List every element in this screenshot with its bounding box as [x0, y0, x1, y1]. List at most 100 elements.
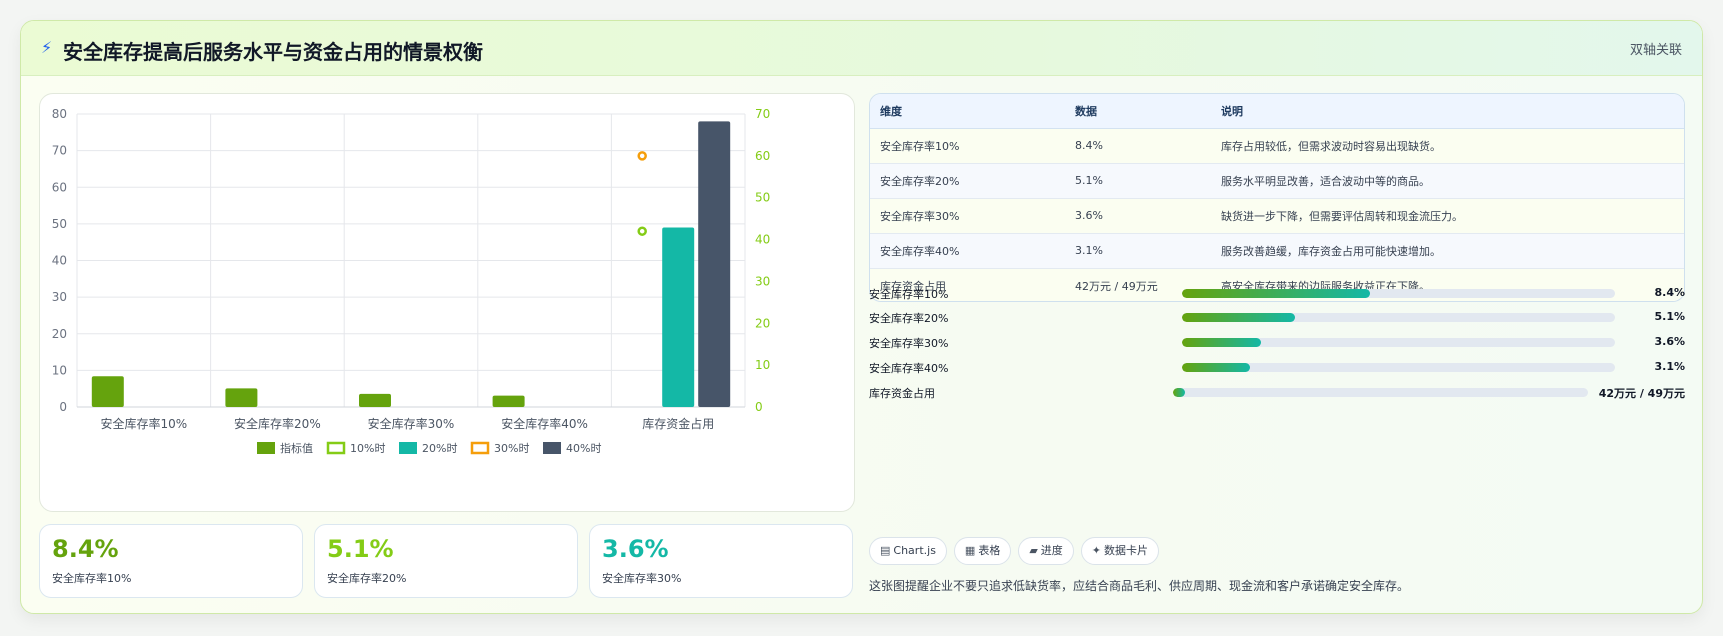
x-tick-label: 安全库存率30% — [368, 416, 455, 431]
table-cell: 缺货进一步下降，但需要评估周转和现金流压力。 — [1211, 198, 1684, 234]
progress-track — [1182, 338, 1615, 347]
scenario-card: ⚡ 安全库存提高后服务水平与资金占用的情景权衡 双轴关联 0 10 20 30 40 50… — [20, 20, 1703, 614]
bar-chart: 0 10 20 30 40 50 60 70 80 0 10 20 30 40 50 60 70 安全库存率10%… — [52, 107, 771, 455]
table-cell: 安全库存率30% — [870, 198, 1065, 234]
table-cell: 8.4% — [1065, 128, 1211, 164]
progress-label: 库存资金占用 — [869, 387, 935, 400]
progress-fill — [1182, 363, 1251, 372]
progress-value: 5.1% — [1654, 310, 1685, 323]
table-row: 安全库存率10% 8.4% 库存占用较低，但需求波动时容易出现缺货。 — [870, 128, 1684, 164]
progress-value: 3.6% — [1654, 335, 1685, 348]
table-cell: 5.1% — [1065, 163, 1211, 199]
data-point — [637, 226, 647, 236]
chip-label: 数据卡片 — [1104, 544, 1149, 557]
data-point — [637, 151, 647, 161]
y-right-tick-label: 50 — [755, 191, 770, 205]
stat-label: 安全库存率10% — [52, 572, 132, 585]
bar — [492, 395, 525, 407]
y-right-tick-label: 10 — [755, 358, 770, 372]
table-cell: 3.1% — [1065, 233, 1211, 269]
table-cell: 服务改善趋缓，库存资金占用可能快速增加。 — [1211, 233, 1684, 269]
legend-swatch — [257, 442, 275, 454]
stat-label: 安全库存率30% — [602, 572, 682, 585]
progress-label: 安全库存率40% — [869, 362, 949, 375]
x-tick-label: 安全库存率20% — [234, 416, 321, 431]
column-header: 数据 — [1065, 94, 1211, 129]
chip-table[interactable]: ▦ 表格 — [953, 537, 1012, 565]
y-right-tick-label: 0 — [755, 400, 763, 414]
table-row: 安全库存率30% 3.6% 缺货进一步下降，但需要评估周转和现金流压力。 — [870, 198, 1684, 234]
stat-card: 5.1% 安全库存率20% — [314, 524, 578, 598]
sparkle-icon: ✦ — [1091, 544, 1102, 557]
y-left-tick-label: 40 — [52, 254, 67, 268]
chip-progress[interactable]: ▰ 进度 — [1018, 537, 1074, 565]
chip-label: 进度 — [1040, 544, 1063, 557]
x-tick-label: 安全库存率10% — [100, 416, 187, 431]
legend-swatch — [470, 441, 490, 455]
legend-label: 20%时 — [422, 442, 457, 455]
table-icon: ▦ — [964, 544, 976, 557]
chip-label: Chart.js — [893, 544, 936, 557]
footnote: 这张图提醒企业不要只追求低缺货率，应结合商品毛利、供应周期、现金流和客户承诺确定… — [869, 579, 1410, 593]
chart-panel: 0 10 20 30 40 50 60 70 80 0 10 20 30 40 50 60 70 安全库存率10%… — [39, 93, 855, 512]
dual-axis-badge: 双轴关联 — [1629, 43, 1682, 58]
table-cell: 库存占用较低，但需求波动时容易出现缺货。 — [1211, 128, 1684, 164]
chip-data-card[interactable]: ✦ 数据卡片 — [1080, 537, 1160, 565]
stat-label: 安全库存率20% — [327, 572, 407, 585]
bar — [91, 376, 124, 407]
progress-fill — [1182, 313, 1295, 322]
y-right-tick-label: 30 — [755, 274, 770, 288]
progress-label: 安全库存率10% — [869, 288, 949, 301]
progress-value: 3.1% — [1654, 360, 1685, 373]
y-left-tick-label: 10 — [52, 363, 67, 377]
stat-card: 3.6% 安全库存率30% — [589, 524, 853, 598]
bar — [662, 227, 695, 407]
legend-swatch — [399, 442, 417, 454]
progress-row: 安全库存率20% 5.1% — [869, 308, 1685, 328]
table-header-row: 维度 数据 说明 — [870, 94, 1684, 129]
table-cell: 安全库存率40% — [870, 233, 1065, 269]
progress-row: 安全库存率30% 3.6% — [869, 333, 1685, 353]
stat-value: 8.4% — [52, 535, 119, 563]
progress-track — [1173, 388, 1588, 397]
chip-label: 表格 — [978, 544, 1001, 557]
data-table-panel: 维度 数据 说明 安全库存率10% 8.4% 库存占用较低，但需求波动时容易出现… — [869, 93, 1685, 302]
progress-track — [1182, 363, 1615, 372]
stat-value: 5.1% — [327, 535, 394, 563]
progress-label: 安全库存率20% — [869, 312, 949, 325]
y-left-tick-label: 30 — [52, 290, 67, 304]
card-header: ⚡ 安全库存提高后服务水平与资金占用的情景权衡 双轴关联 — [21, 21, 1702, 76]
lightning-icon: ⚡ — [41, 38, 53, 57]
y-left-tick-label: 70 — [52, 144, 67, 158]
progress-value: 42万元 / 49万元 — [1598, 387, 1685, 400]
table-cell: 服务水平明显改善，适合波动中等的商品。 — [1211, 163, 1684, 199]
chip-chartjs[interactable]: ▤ Chart.js — [869, 537, 947, 565]
column-header: 维度 — [870, 94, 1065, 129]
y-left-tick-label: 60 — [52, 180, 67, 194]
stat-value: 3.6% — [602, 535, 669, 563]
page-title: 安全库存提高后服务水平与资金占用的情景权衡 — [63, 40, 483, 64]
y-right-tick-label: 20 — [755, 316, 770, 330]
progress-icon: ▰ — [1029, 544, 1038, 557]
y-right-tick-label: 40 — [755, 233, 770, 247]
table-cell: 3.6% — [1065, 198, 1211, 234]
progress-fill — [1182, 338, 1262, 347]
bar — [698, 121, 731, 407]
y-right-tick-label: 70 — [755, 107, 770, 121]
table-cell: 安全库存率10% — [870, 128, 1065, 164]
progress-track — [1182, 289, 1615, 298]
progress-track — [1182, 313, 1615, 322]
y-right-tick-label: 60 — [755, 149, 770, 163]
x-tick-label: 库存资金占用 — [642, 416, 714, 431]
legend-label: 10%时 — [350, 442, 385, 455]
progress-row: 库存资金占用 42万元 / 49万元 — [869, 383, 1685, 403]
y-left-tick-label: 50 — [52, 217, 67, 231]
table-cell: 安全库存率20% — [870, 163, 1065, 199]
progress-value: 8.4% — [1654, 286, 1685, 299]
column-header: 说明 — [1211, 94, 1684, 129]
legend-swatch — [543, 442, 561, 454]
stat-card: 8.4% 安全库存率10% — [39, 524, 303, 598]
progress-label: 安全库存率30% — [869, 337, 949, 350]
y-left-tick-label: 0 — [59, 400, 67, 414]
progress-fill — [1182, 289, 1371, 298]
